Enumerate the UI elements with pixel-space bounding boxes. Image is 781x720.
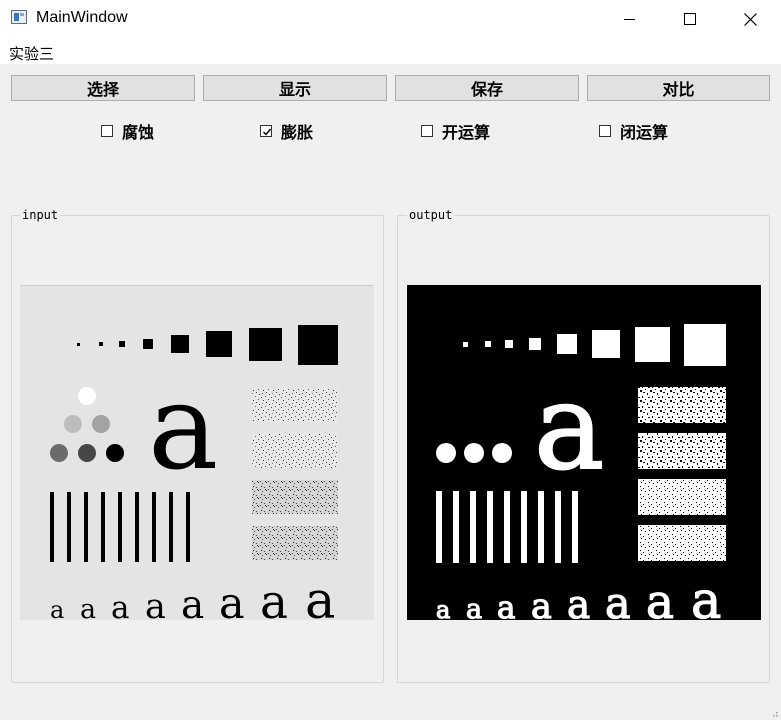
checkbox-label: 腐蚀 <box>122 123 155 142</box>
output-group-title: output <box>407 208 455 222</box>
checkbox-box[interactable] <box>599 125 611 137</box>
svg-text:a: a <box>436 596 450 620</box>
svg-text:a: a <box>305 572 335 620</box>
compare-button[interactable]: 对比 <box>587 75 770 101</box>
output-bars <box>436 491 578 563</box>
output-large-letter: a <box>534 358 604 496</box>
output-circles <box>436 443 512 463</box>
checkbox-label: 开运算 <box>442 123 491 142</box>
svg-text:a: a <box>145 587 166 620</box>
checkbox-box[interactable] <box>101 125 113 137</box>
svg-text:a: a <box>567 583 590 620</box>
svg-text:a: a <box>497 590 515 620</box>
minimize-button[interactable] <box>600 0 660 38</box>
menu-bar: 实验三 <box>0 38 781 64</box>
app-icon <box>11 10 27 24</box>
input-test-pattern: a a a a a a a a a <box>20 285 374 620</box>
menu-item-experiment3[interactable]: 实验三 <box>9 43 54 64</box>
input-group-title: input <box>20 208 61 222</box>
checkbox-label: 闭运算 <box>620 123 669 142</box>
checkbox-opening[interactable]: 开运算 <box>421 120 490 142</box>
window-title: MainWindow <box>36 9 128 26</box>
checkmark-icon <box>263 128 272 136</box>
checkbox-box[interactable] <box>421 125 433 137</box>
svg-text:a: a <box>80 594 96 620</box>
svg-text:a: a <box>466 594 482 620</box>
checkbox-erode[interactable]: 腐蚀 <box>101 120 154 142</box>
svg-text:a: a <box>605 579 631 620</box>
svg-text:a: a <box>531 587 552 620</box>
title-bar: MainWindow <box>0 0 781 38</box>
save-button[interactable]: 保存 <box>395 75 579 101</box>
svg-text:a: a <box>181 583 204 620</box>
checkbox-dilate[interactable]: 膨胀 <box>260 120 313 142</box>
input-bars <box>50 492 190 562</box>
output-test-pattern: a a a a a a a a a <box>407 285 761 620</box>
resize-grip-icon[interactable] <box>769 708 779 718</box>
checkbox-box[interactable] <box>260 125 272 137</box>
output-image: a a a a a a a a a <box>407 285 761 620</box>
select-button[interactable]: 选择 <box>11 75 195 101</box>
close-button[interactable] <box>720 0 780 38</box>
display-button[interactable]: 显示 <box>203 75 387 101</box>
input-large-letter: a <box>148 358 218 496</box>
svg-text:a: a <box>111 590 129 620</box>
svg-text:a: a <box>691 572 721 620</box>
maximize-icon <box>684 13 696 25</box>
maximize-button[interactable] <box>660 0 720 38</box>
svg-text:a: a <box>260 575 288 620</box>
svg-text:a: a <box>219 579 245 620</box>
minimize-icon <box>624 19 635 20</box>
checkbox-label: 膨胀 <box>281 123 314 142</box>
svg-text:a: a <box>646 575 674 620</box>
checkbox-closing[interactable]: 闭运算 <box>599 120 668 142</box>
input-image: a a a a a a a a a <box>20 285 374 620</box>
svg-text:a: a <box>50 596 64 620</box>
close-icon <box>743 12 757 26</box>
